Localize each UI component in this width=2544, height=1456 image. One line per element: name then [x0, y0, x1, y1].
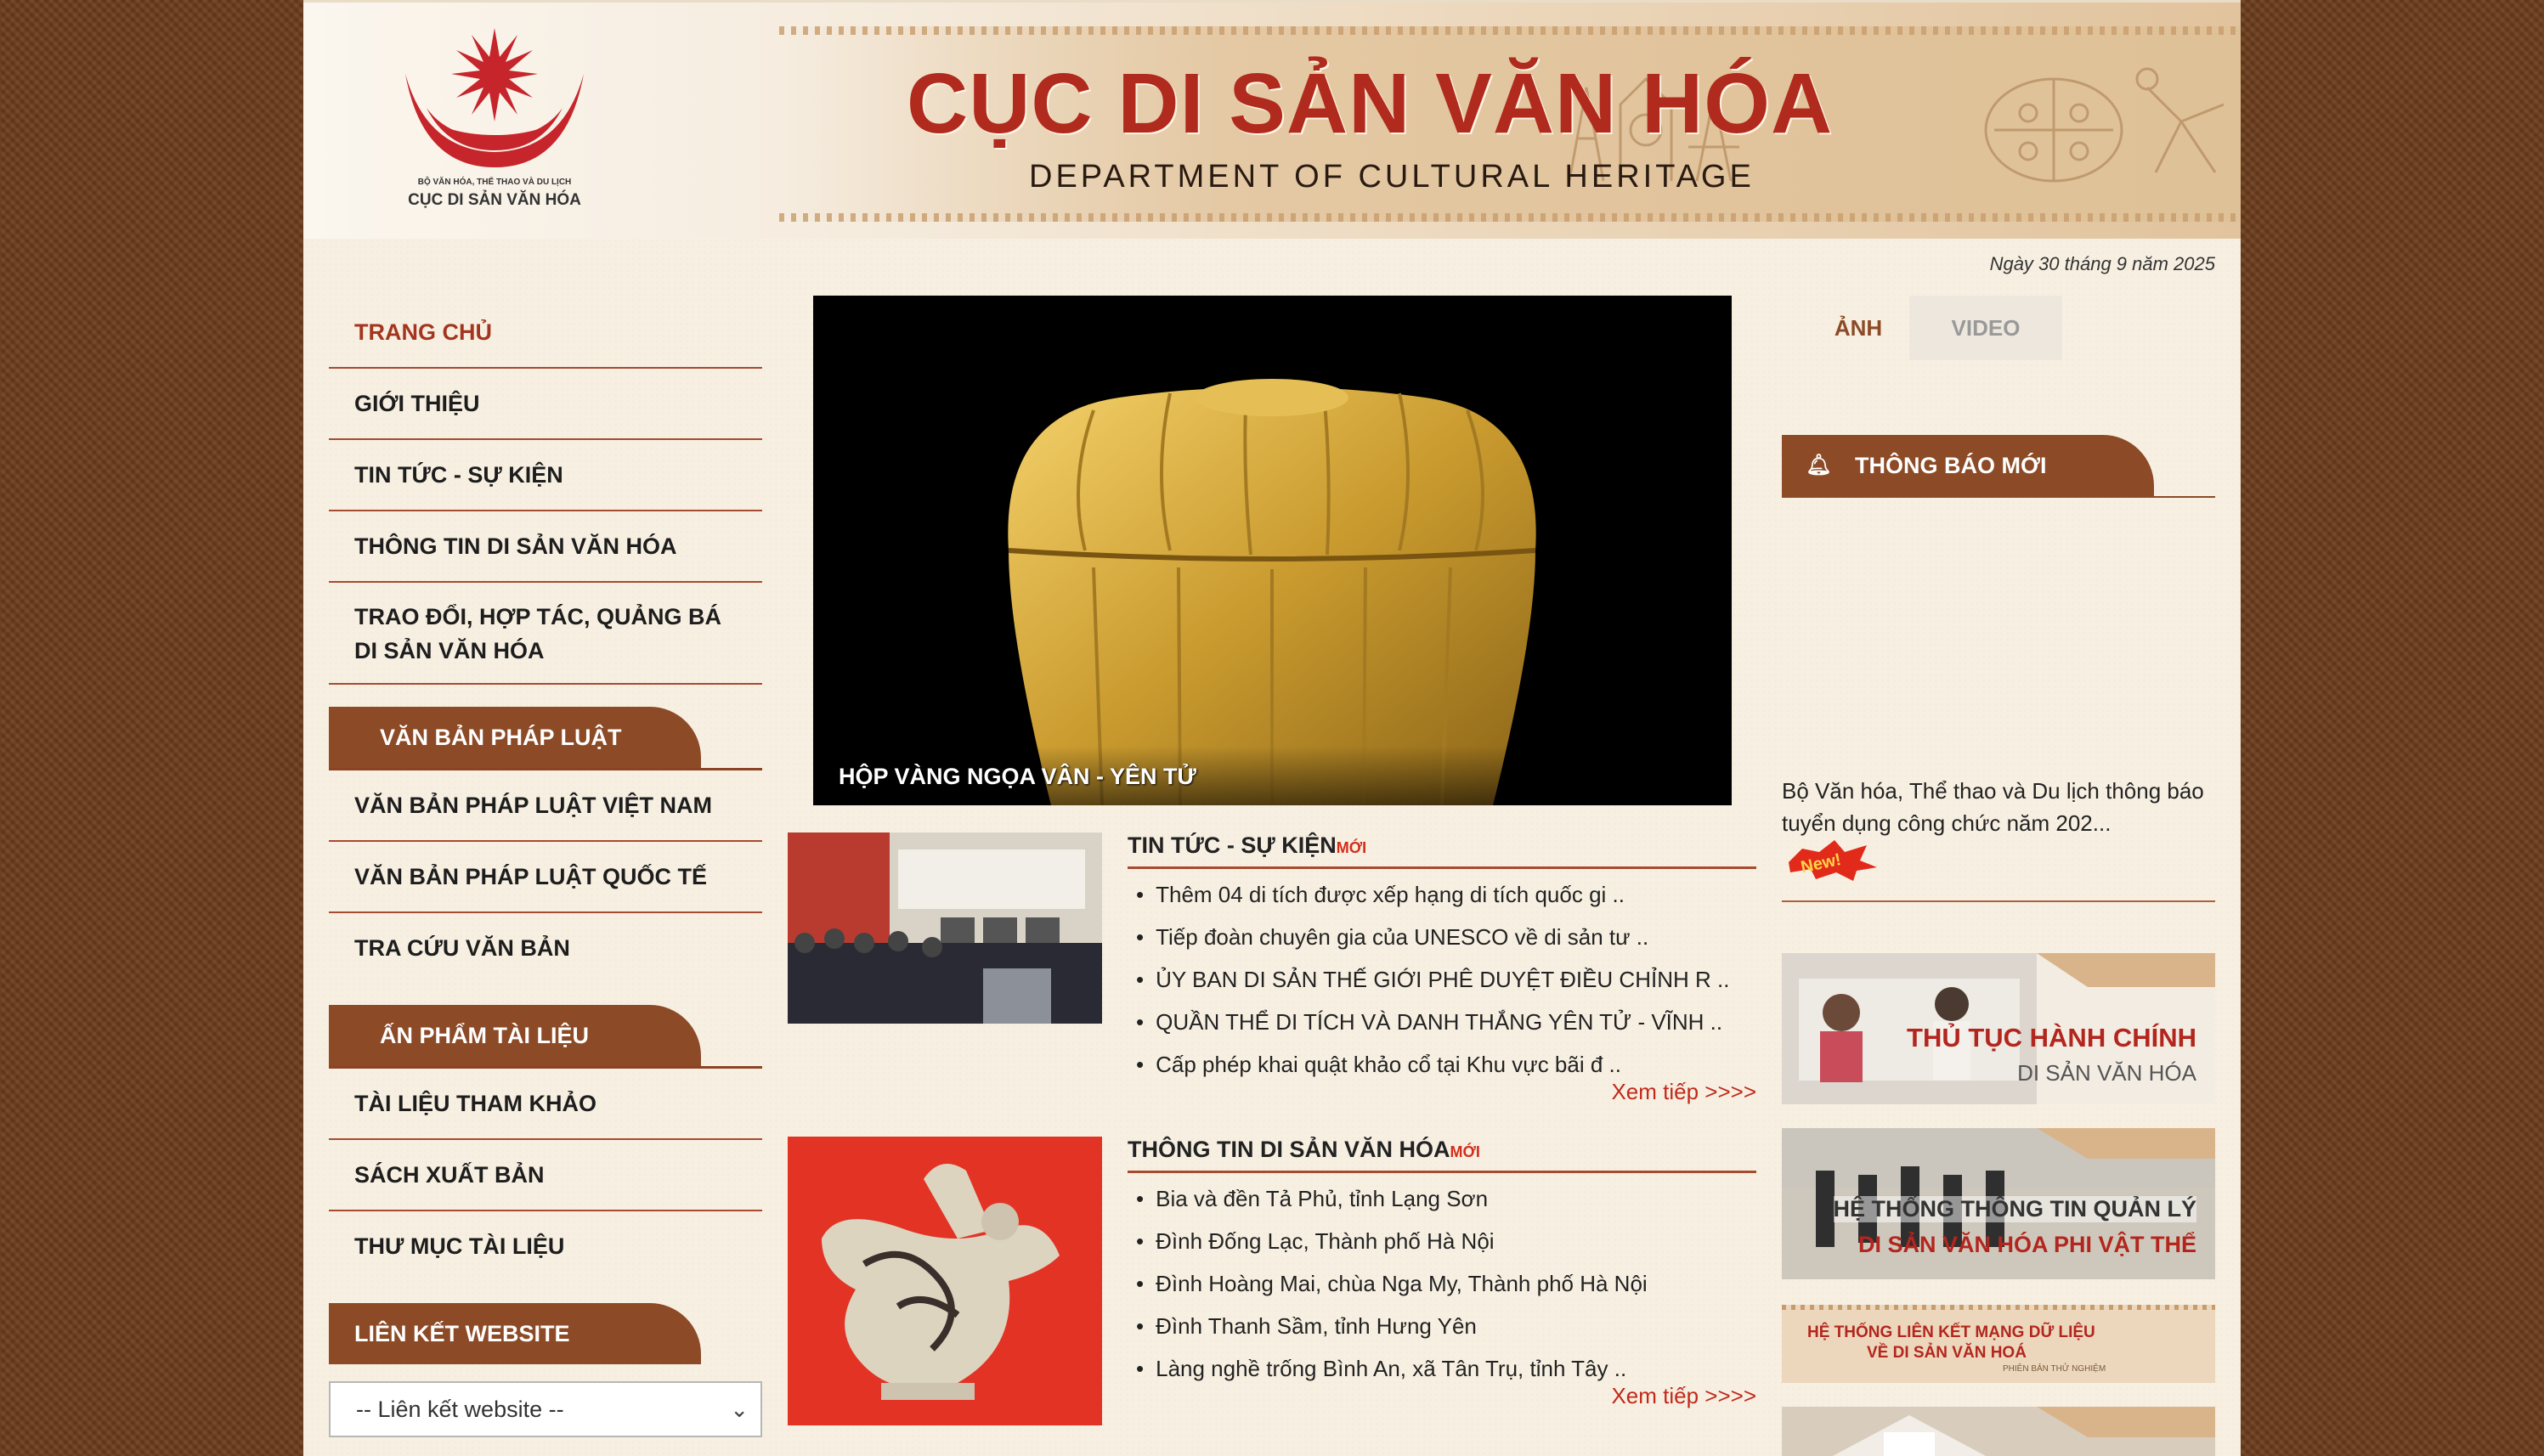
banner3-line2: VỀ DI SẢN VĂN HOÁ: [1867, 1344, 2027, 1362]
news-item[interactable]: ỦY BAN DI SẢN THẾ GIỚI PHÊ DUYỆT ĐIỀU CH…: [1136, 958, 1729, 1001]
publications-section-title: ẤN PHẨM TÀI LIỆU: [329, 1005, 701, 1066]
website-link-select-value: -- Liên kết website --: [356, 1397, 564, 1422]
chevron-down-icon: ⌄: [730, 1397, 749, 1422]
logo-department-text: CỤC DI SẢN VĂN HÓA: [408, 191, 581, 209]
notice-section-title: THÔNG BÁO MỚI: [1855, 453, 2047, 478]
heritage-new-tag: MỚI: [1450, 1143, 1480, 1160]
site-header: BỘ VĂN HÓA, THỂ THAO VÀ DU LỊCH CỤC DI S…: [303, 0, 2241, 239]
logo-ministry-text: BỘ VĂN HÓA, THỂ THAO VÀ DU LỊCH: [417, 178, 572, 187]
banner1-line1: THỦ TỤC HÀNH CHÍNH: [1907, 1023, 2196, 1052]
legal-section-header: VĂN BẢN PHÁP LUẬT: [329, 707, 762, 770]
ceramic-vessel-image: [788, 1137, 1102, 1425]
nav-item-heritage-info[interactable]: THÔNG TIN DI SẢN VĂN HÓA: [329, 511, 762, 583]
featured-slideshow[interactable]: HỘP VÀNG NGỌA VÂN - YÊN TỬ: [813, 296, 1732, 805]
news-item[interactable]: QUẦN THỂ DI TÍCH VÀ DANH THẮNG YÊN TỬ - …: [1136, 1001, 1729, 1043]
banner3-line1: HỆ THỐNG LIÊN KẾT MẠNG DỮ LIỆU: [1807, 1323, 2095, 1341]
heritage-list: Bia và đền Tả Phủ, tỉnh Lạng Sơn Đình Đố…: [1136, 1177, 1648, 1390]
news-more-link[interactable]: Xem tiếp >>>>: [1611, 1079, 1756, 1105]
bell-icon: 🔔︎: [1806, 454, 1832, 477]
header-dots-top: [779, 26, 2241, 35]
notice-item[interactable]: Bộ Văn hóa, Thể thao và Du lịch thông bá…: [1782, 775, 2215, 839]
nav-item-vn-law[interactable]: VĂN BẢN PHÁP LUẬT VIỆT NAM: [329, 770, 762, 842]
nav-item-doc-search[interactable]: TRA CỨU VĂN BẢN: [329, 913, 762, 983]
data-network-banner[interactable]: HỆ THỐNG LIÊN KẾT MẠNG DỮ LIỆU VỀ DI SẢN…: [1782, 1305, 2215, 1383]
admin-procedures-banner[interactable]: THỦ TỤC HÀNH CHÍNH DI SẢN VĂN HÓA: [1782, 953, 2215, 1104]
new-badge-icon: New!: [1789, 840, 1877, 881]
nav-item-references[interactable]: TÀI LIỆU THAM KHẢO: [329, 1069, 762, 1140]
heritage-thumbnail[interactable]: [788, 1137, 1102, 1425]
heritage-item[interactable]: Làng nghề trống Bình An, xã Tân Trụ, tỉn…: [1136, 1347, 1648, 1390]
news-new-tag: MỚI: [1336, 839, 1367, 856]
links-section-header: LIÊN KẾT WEBSITE: [329, 1303, 762, 1364]
banner3-dots: [1782, 1305, 2215, 1310]
site-title: CỤC DI SẢN VĂN HÓA: [907, 56, 1834, 151]
featured-caption[interactable]: HỘP VÀNG NGỌA VÂN - YÊN TỬ: [839, 764, 1196, 790]
heritage-header: THÔNG TIN DI SẢN VĂN HÓAMỚI: [1128, 1137, 1756, 1173]
links-section-title: LIÊN KẾT WEBSITE: [329, 1303, 701, 1364]
nav-item-bibliography[interactable]: THƯ MỤC TÀI LIỆU: [329, 1211, 762, 1281]
news-item[interactable]: Thêm 04 di tích được xếp hạng di tích qu…: [1136, 873, 1729, 916]
exhibition-photo-image: [788, 832, 1102, 1024]
heritage-item[interactable]: Bia và đền Tả Phủ, tỉnh Lạng Sơn: [1136, 1177, 1648, 1220]
page: BỘ VĂN HÓA, THỂ THAO VÀ DU LỊCH CỤC DI S…: [303, 0, 2241, 1456]
header-dots-bottom: [779, 213, 2241, 222]
banner3-line3: PHIÊN BẢN THỬ NGHIỆM: [2003, 1364, 2106, 1374]
news-title[interactable]: TIN TỨC - SỰ KIỆN: [1128, 832, 1337, 858]
legal-section-title: VĂN BẢN PHÁP LUẬT: [329, 707, 701, 768]
nav-item-books[interactable]: SÁCH XUẤT BẢN: [329, 1140, 762, 1211]
notice-rule: [1782, 900, 2215, 902]
notice-section-header: 🔔︎ THÔNG BÁO MỚI: [1782, 435, 2154, 496]
banner2-line1: HỆ THỐNG THÔNG TIN QUẢN LÝ: [1833, 1196, 2196, 1222]
logo-emblem-icon: [405, 28, 584, 167]
heritage-item[interactable]: Đình Thanh Sầm, tỉnh Hưng Yên: [1136, 1305, 1648, 1347]
nav-item-home[interactable]: TRANG CHỦ: [329, 297, 762, 369]
nav-item-exchange[interactable]: TRAO ĐỔI, HỢP TÁC, QUẢNG BÁ DI SẢN VĂN H…: [329, 583, 762, 685]
heritage-item[interactable]: Đình Đống Lạc, Thành phố Hà Nội: [1136, 1220, 1648, 1262]
website-link-select[interactable]: -- Liên kết website -- ⌄: [329, 1381, 762, 1437]
heritage-more-link[interactable]: Xem tiếp >>>>: [1611, 1383, 1756, 1409]
current-date: Ngày 30 tháng 9 năm 2025: [1989, 253, 2215, 274]
site-subtitle: DEPARTMENT OF CULTURAL HERITAGE: [1029, 159, 1755, 195]
golden-box-image: [1008, 379, 1536, 805]
heritage-title[interactable]: THÔNG TIN DI SẢN VĂN HÓA: [1128, 1137, 1450, 1162]
logo[interactable]: BỘ VĂN HÓA, THỂ THAO VÀ DU LỊCH CỤC DI S…: [388, 23, 601, 218]
notice-divider: [1782, 496, 2215, 498]
nav-item-intl-law[interactable]: VĂN BẢN PHÁP LUẬT QUỐC TẾ: [329, 842, 762, 913]
nav-item-about[interactable]: GIỚI THIỆU: [329, 369, 762, 440]
banner2-line2: DI SẢN VĂN HÓA PHI VẬT THỂ: [1857, 1232, 2196, 1257]
media-tabs: VIDEO ẢNH: [1782, 296, 2071, 360]
heritage-item[interactable]: Đình Hoàng Mai, chùa Nga My, Thành phố H…: [1136, 1262, 1648, 1305]
heritage-section: THÔNG TIN DI SẢN VĂN HÓAMỚI Bia và đền T…: [788, 1137, 1756, 1425]
news-list: Thêm 04 di tích được xếp hạng di tích qu…: [1136, 873, 1729, 1086]
publications-section-header: ẤN PHẨM TÀI LIỆU: [329, 1005, 762, 1069]
news-thumbnail[interactable]: [788, 832, 1102, 1024]
museum-banner-image: [1782, 1407, 2215, 1456]
intangible-heritage-banner[interactable]: HỆ THỐNG THÔNG TIN QUẢN LÝ DI SẢN VĂN HÓ…: [1782, 1128, 2215, 1279]
tab-photo[interactable]: ẢNH: [1782, 296, 1935, 360]
nav-item-news[interactable]: TIN TỨC - SỰ KIỆN: [329, 440, 762, 511]
banner1-line2: DI SẢN VĂN HÓA: [2017, 1060, 2196, 1086]
header-ornament-2-icon: [1984, 77, 2123, 183]
news-item[interactable]: Tiếp đoàn chuyên gia của UNESCO về di sả…: [1136, 916, 1729, 958]
news-header: TIN TỨC - SỰ KIỆNMỚI: [1128, 832, 1756, 869]
news-section: TIN TỨC - SỰ KIỆNMỚI Thêm 04 di tích đượ…: [788, 832, 1756, 1121]
museum-banner[interactable]: [1782, 1407, 2215, 1456]
header-ornament-3-icon: [2135, 67, 2225, 173]
left-sidebar: TRANG CHỦ GIỚI THIỆU TIN TỨC - SỰ KIỆN T…: [329, 297, 762, 1437]
